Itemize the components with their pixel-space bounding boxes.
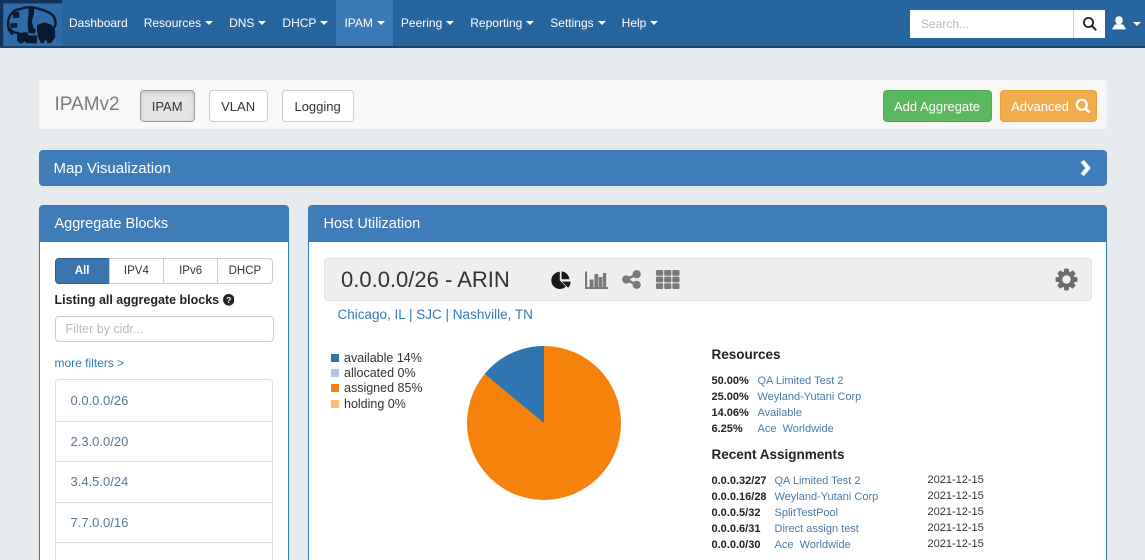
svg-text:?: ? bbox=[226, 295, 231, 305]
